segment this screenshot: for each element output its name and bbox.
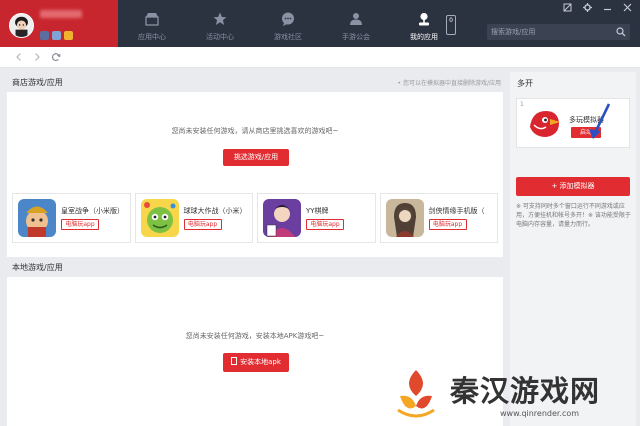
star-icon bbox=[213, 12, 227, 25]
minimize-icon[interactable] bbox=[603, 3, 612, 12]
phone-count: 0 bbox=[449, 17, 453, 24]
watermark-text: 秦汉游戏网 bbox=[450, 374, 601, 408]
coin-badge-icon bbox=[64, 31, 73, 40]
local-section-header: 本地游戏/应用 bbox=[7, 257, 503, 277]
nav-item-game-community[interactable]: 游戏社区 bbox=[254, 0, 322, 47]
nav-item-label: 应用中心 bbox=[138, 33, 166, 41]
empty-message: 您尚未安装任何游戏，请从商店里挑选喜欢的游戏吧~ bbox=[171, 127, 339, 135]
apk-file-icon bbox=[231, 357, 238, 365]
section-hint: • 您可以在模拟器中直接删除游戏/应用 bbox=[397, 80, 501, 87]
phone-connection-indicator[interactable]: 0 bbox=[446, 15, 456, 35]
panel-title: 多开 bbox=[517, 79, 533, 88]
game-thumbnail bbox=[263, 199, 301, 237]
refresh-icon[interactable] bbox=[51, 52, 61, 62]
search-box bbox=[487, 24, 630, 40]
ball-battle-image bbox=[140, 199, 179, 237]
joystick-icon bbox=[419, 12, 429, 26]
game-tag: 电脑玩app bbox=[61, 219, 99, 230]
window-controls bbox=[563, 3, 632, 12]
username-blurred bbox=[40, 10, 82, 18]
store-section-header: 商店游戏/应用 • 您可以在模拟器中直接删除游戏/应用 bbox=[7, 72, 503, 92]
main-nav: 应用中心 活动中心 游戏社区 手游公会 我的应用 bbox=[118, 0, 458, 53]
game-name: 皇室战争（小米版） bbox=[61, 207, 124, 215]
game-thumbnail bbox=[18, 199, 56, 237]
emulator-bird-icon bbox=[526, 105, 562, 141]
game-tag: 电脑玩app bbox=[306, 219, 344, 230]
chat-icon bbox=[282, 12, 294, 26]
nav-item-activity-center[interactable]: 活动中心 bbox=[186, 0, 254, 47]
multi-instance-notes: ※ 可支持同时多个窗口运行不同游戏或应用，方便挂机和帐号多开！※ 该功能受限于电… bbox=[516, 203, 631, 228]
nav-toolbar bbox=[0, 47, 640, 68]
clash-royale-image bbox=[18, 199, 56, 237]
nav-item-label: 活动中心 bbox=[206, 33, 234, 41]
top-bar: 应用中心 活动中心 游戏社区 手游公会 我的应用 0 搜索游戏/应用 bbox=[0, 0, 640, 53]
install-apk-button[interactable]: 安装本地apk bbox=[223, 353, 289, 372]
level-badge-icon bbox=[40, 31, 49, 40]
add-emulator-button[interactable]: + 添加模拟器 bbox=[516, 177, 630, 196]
store-section: 您尚未安装任何游戏，请从商店里挑选喜欢的游戏吧~ 挑选游戏/应用 皇室战争（小米… bbox=[7, 92, 503, 257]
nav-item-app-center[interactable]: 应用中心 bbox=[118, 0, 186, 47]
guild-icon bbox=[350, 13, 362, 25]
game-card[interactable]: 球球大作战（小米） 电脑玩app bbox=[134, 193, 253, 243]
nav-item-label: 手游公会 bbox=[342, 33, 370, 41]
emulator-index: 1 bbox=[520, 101, 524, 108]
install-apk-label: 安装本地apk bbox=[240, 358, 281, 366]
game-thumbnail bbox=[385, 199, 424, 237]
game-name: YY棋牌 bbox=[306, 207, 329, 215]
settings-gear-icon[interactable] bbox=[583, 3, 592, 12]
game-card[interactable]: 剑侠情缘手机版（ 电脑玩app bbox=[379, 193, 498, 243]
close-icon[interactable] bbox=[623, 3, 632, 12]
section-title: 商店游戏/应用 bbox=[12, 78, 63, 87]
yy-chess-image bbox=[263, 199, 301, 237]
game-tag: 电脑玩app bbox=[183, 219, 222, 230]
pick-apps-button[interactable]: 挑选游戏/应用 bbox=[223, 149, 289, 166]
empty-message: 您尚未安装任何游戏，安装本地APK游戏吧~ bbox=[185, 332, 325, 340]
jx-mobile-image bbox=[385, 199, 424, 237]
game-card[interactable]: YY棋牌 电脑玩app bbox=[257, 193, 376, 243]
avatar-image bbox=[10, 14, 33, 37]
vip-badge-icon bbox=[52, 31, 61, 40]
game-tag: 电脑玩app bbox=[428, 219, 467, 230]
watermark-url: www.qinrender.com bbox=[500, 409, 580, 418]
site-watermark: 秦汉游戏网 www.qinrender.com bbox=[388, 360, 640, 426]
search-icon[interactable] bbox=[616, 27, 626, 37]
game-thumbnail bbox=[140, 199, 179, 237]
game-card[interactable]: 皇室战争（小米版） 电脑玩app bbox=[12, 193, 131, 243]
recommended-games: 皇室战争（小米版） 电脑玩app 球球大作战（小米） 电脑玩app YY棋牌 电… bbox=[12, 193, 498, 243]
profile-panel bbox=[0, 0, 118, 47]
nav-item-label: 游戏社区 bbox=[274, 33, 302, 41]
pointer-arrow-icon bbox=[589, 103, 611, 139]
avatar[interactable] bbox=[9, 13, 34, 38]
forward-icon[interactable] bbox=[32, 52, 42, 62]
emulator-card: 1 多玩模拟器 启动 bbox=[516, 98, 630, 148]
nav-item-guild[interactable]: 手游公会 bbox=[322, 0, 390, 47]
badge-row bbox=[40, 31, 73, 40]
back-icon[interactable] bbox=[14, 52, 24, 62]
game-name: 球球大作战（小米） bbox=[183, 207, 247, 215]
store-icon bbox=[145, 13, 159, 26]
search-input[interactable] bbox=[491, 26, 609, 38]
game-name: 剑侠情缘手机版（ bbox=[428, 207, 485, 215]
skin-icon[interactable] bbox=[563, 3, 572, 12]
section-title: 本地游戏/应用 bbox=[12, 263, 63, 272]
watermark-logo-icon bbox=[397, 370, 435, 418]
